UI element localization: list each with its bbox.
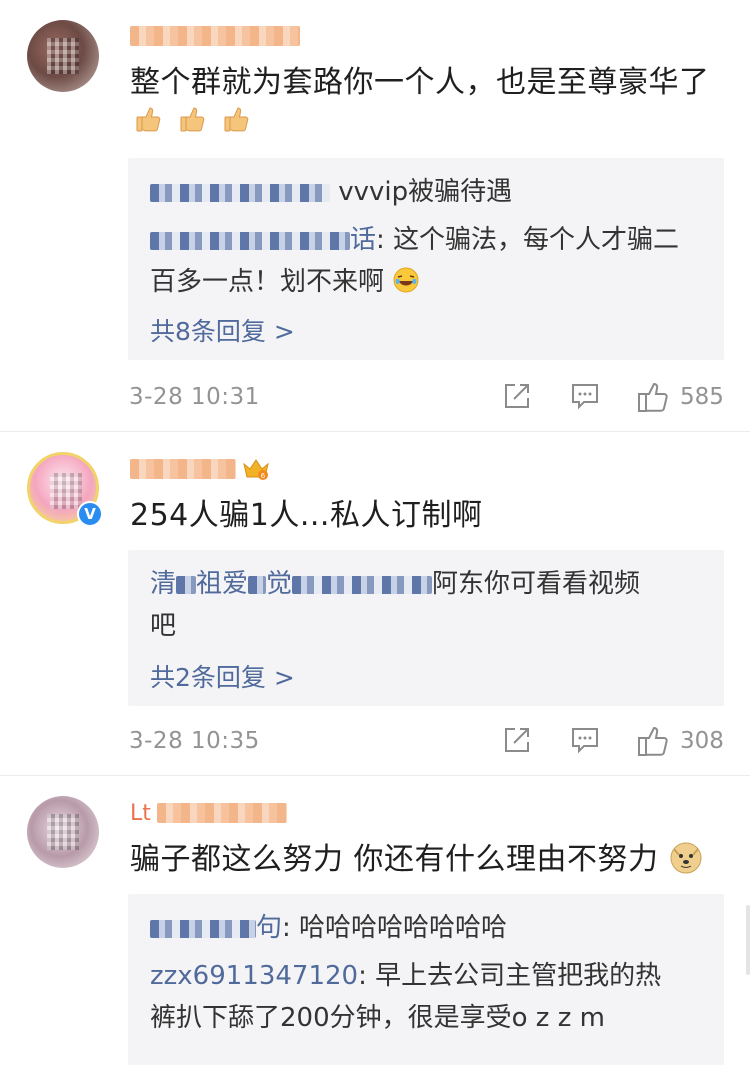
reply-username[interactable]: 清祖爱觉 bbox=[150, 569, 433, 599]
comment-text: 整个群就为套路你一个人，也是至尊豪华了 bbox=[130, 65, 710, 100]
reply-username-blurred bbox=[150, 919, 256, 938]
timestamp: 3-28 10:35 bbox=[129, 728, 260, 754]
verified-badge-icon: V bbox=[77, 501, 103, 527]
reply-text: 百多一点！划不来啊 bbox=[150, 267, 385, 297]
like-icon[interactable] bbox=[636, 725, 670, 761]
emoji-row bbox=[133, 104, 251, 134]
avatar[interactable] bbox=[27, 796, 99, 868]
reply-text: : 哈哈哈哈哈哈哈哈 bbox=[282, 913, 508, 943]
comment-text: 254人骗1人...私人订制啊 bbox=[130, 498, 483, 533]
doge-emoji-icon bbox=[669, 841, 703, 875]
thumbs-up-emoji-icon bbox=[221, 104, 251, 134]
crown-icon: 6 bbox=[242, 456, 270, 482]
reply-username-blurred bbox=[176, 575, 197, 594]
reply-text: 吧 bbox=[150, 611, 177, 641]
username[interactable]: 6 bbox=[130, 452, 270, 486]
reply-line: 清祖爱觉阿东你可看看视频 bbox=[150, 564, 640, 604]
like-icon[interactable] bbox=[636, 381, 670, 417]
reply-line: 裤扒下舔了200分钟，很是享受o z z m bbox=[150, 998, 605, 1038]
reply-preview-box[interactable]: 句: 哈哈哈哈哈哈哈哈 zzx6911347120: 早上去公司主管把我的热 裤… bbox=[128, 894, 724, 1065]
reply-text: : 这个骗法，每个人才骗二 bbox=[376, 225, 680, 255]
reply-preview-box[interactable]: vvvip被骗待遇 话: 这个骗法，每个人才骗二 百多一点！划不来啊 共8条回复… bbox=[128, 158, 724, 360]
share-icon[interactable] bbox=[502, 381, 532, 415]
view-replies-link[interactable]: 共8条回复 > bbox=[150, 312, 295, 348]
avatar-mosaic bbox=[50, 473, 82, 509]
reply-preview-box[interactable]: 清祖爱觉阿东你可看看视频 吧 共2条回复 > bbox=[128, 550, 724, 706]
share-icon[interactable] bbox=[502, 725, 532, 759]
reply-line: vvvip被骗待遇 bbox=[150, 172, 512, 212]
reply-text: 阿东你可看看视频 bbox=[432, 569, 641, 599]
like-count: 585 bbox=[680, 384, 724, 410]
avatar-mosaic bbox=[47, 814, 79, 850]
comment-actions: 3-28 10:35 308 bbox=[0, 721, 750, 761]
reply-line: 百多一点！划不来啊 bbox=[150, 262, 420, 302]
avatar-mosaic bbox=[47, 38, 79, 74]
reply-username-blurred bbox=[150, 231, 350, 250]
comment-icon[interactable] bbox=[570, 381, 600, 415]
username-text: Lt bbox=[130, 800, 151, 826]
reply-line: zzx6911347120: 早上去公司主管把我的热 bbox=[150, 956, 661, 996]
avatar[interactable] bbox=[27, 20, 99, 92]
comment-icon[interactable] bbox=[570, 725, 600, 759]
reply-text: : 早上去公司主管把我的热 bbox=[358, 961, 662, 991]
reply-username-blurred bbox=[248, 575, 267, 594]
svg-text:6: 6 bbox=[261, 472, 266, 480]
reply-text: 裤扒下舔了200分钟，很是享受o z z m bbox=[150, 1003, 605, 1033]
username[interactable] bbox=[130, 19, 300, 53]
reply-username-blurred bbox=[292, 575, 433, 594]
comment-actions: 3-28 10:31 585 bbox=[0, 377, 750, 417]
laugh-cry-emoji-icon bbox=[392, 266, 420, 294]
timestamp: 3-28 10:31 bbox=[129, 384, 260, 410]
comment-text: 骗子都这么努力 你还有什么理由不努力 bbox=[130, 839, 703, 881]
username-blurred bbox=[130, 459, 236, 479]
reply-username[interactable]: 句 bbox=[150, 913, 282, 943]
username[interactable]: Lt bbox=[130, 796, 287, 830]
reply-line: 句: 哈哈哈哈哈哈哈哈 bbox=[150, 908, 507, 948]
scrollbar[interactable] bbox=[746, 905, 750, 975]
like-count: 308 bbox=[680, 728, 724, 754]
reply-line: 吧 bbox=[150, 606, 176, 646]
view-replies-link[interactable]: 共2条回复 > bbox=[150, 658, 295, 694]
reply-username[interactable]: 话 bbox=[150, 225, 376, 255]
thumbs-up-emoji-icon bbox=[177, 104, 207, 134]
comment-item: V 6 254人骗1人...私人订制啊 清祖爱觉阿东你可看看视频 吧 共2条回复… bbox=[0, 432, 750, 776]
reply-line: 话: 这个骗法，每个人才骗二 bbox=[150, 220, 679, 260]
username-blurred bbox=[130, 26, 300, 46]
reply-text: vvvip被骗待遇 bbox=[338, 177, 513, 207]
comment-item: Lt 骗子都这么努力 你还有什么理由不努力 句: 哈哈哈哈哈哈哈哈 zzx691… bbox=[0, 776, 750, 1065]
username-blurred bbox=[156, 803, 287, 823]
reply-username[interactable]: zzx6911347120 bbox=[150, 961, 358, 991]
thumbs-up-emoji-icon bbox=[133, 104, 163, 134]
reply-username-blurred bbox=[150, 183, 330, 202]
comment-item: 整个群就为套路你一个人，也是至尊豪华了 vvvip被骗待遇 话: 这个骗法，每个… bbox=[0, 0, 750, 432]
